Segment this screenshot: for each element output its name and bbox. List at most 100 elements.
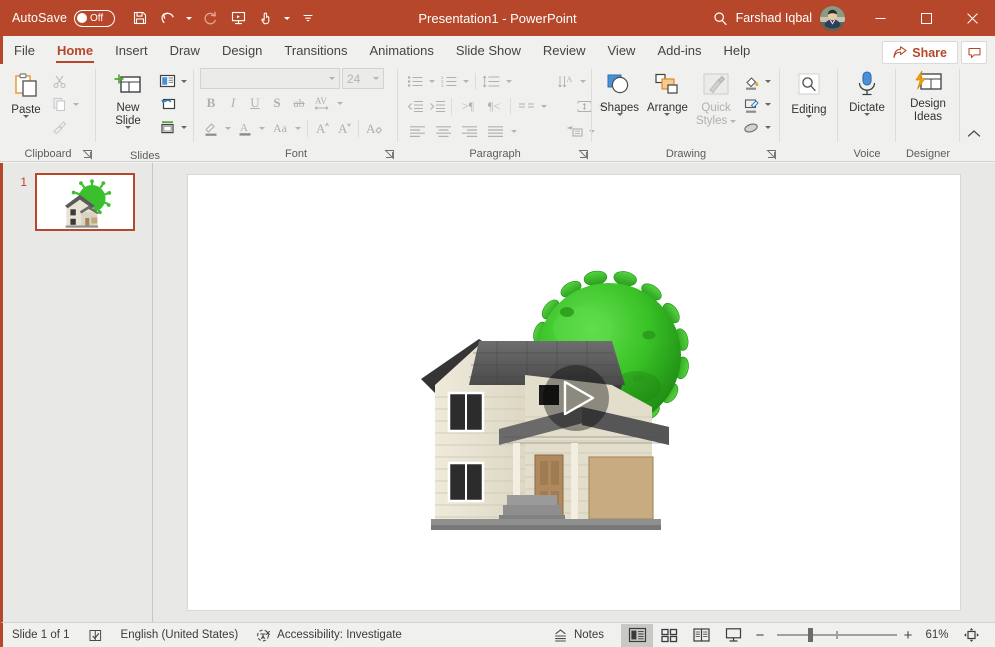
undo-dropdown-icon[interactable] — [183, 5, 195, 31]
cut-button[interactable] — [48, 71, 70, 93]
text-highlight-dropdown-icon[interactable] — [222, 117, 234, 139]
new-slide-button[interactable]: New Slide — [100, 70, 156, 149]
tab-review[interactable]: Review — [532, 38, 597, 64]
avatar[interactable] — [820, 5, 845, 31]
slide-show-view-button[interactable] — [717, 624, 749, 647]
character-spacing-dropdown-icon[interactable] — [334, 92, 346, 114]
shapes-dropdown-icon[interactable] — [616, 113, 623, 134]
line-spacing-button[interactable] — [479, 70, 503, 92]
autosave-toggle[interactable]: Off — [74, 9, 116, 27]
shape-outline-dropdown-icon[interactable] — [762, 94, 774, 116]
center-button[interactable] — [430, 120, 456, 142]
share-button[interactable]: Share — [882, 41, 958, 64]
shape-outline-button[interactable] — [740, 94, 762, 116]
underline-button[interactable]: U — [244, 92, 266, 114]
ltr-text-direction-button[interactable]: >¶ — [455, 95, 481, 117]
bullets-button[interactable] — [404, 70, 426, 92]
justify-button[interactable] — [482, 120, 508, 142]
section-button[interactable] — [156, 117, 178, 139]
numbering-dropdown-icon[interactable] — [460, 70, 472, 92]
copy-dropdown-icon[interactable] — [70, 94, 82, 116]
zoom-slider[interactable] — [777, 628, 897, 643]
strikethrough-button[interactable]: ab — [288, 92, 310, 114]
design-ideas-button[interactable]: Design Ideas — [906, 68, 950, 126]
copy-button[interactable] — [48, 94, 70, 116]
dictate-button[interactable]: Dictate — [845, 68, 889, 136]
font-color-button[interactable]: A — [234, 117, 256, 139]
columns-dropdown-icon[interactable] — [538, 95, 550, 117]
slide-thumbnail-pane[interactable]: 1 — [0, 163, 152, 622]
tab-home[interactable]: Home — [46, 38, 104, 64]
arrange-button[interactable]: Arrange — [643, 70, 692, 136]
tab-help[interactable]: Help — [713, 38, 762, 64]
layout-dropdown-icon[interactable] — [178, 71, 190, 93]
section-dropdown-icon[interactable] — [178, 117, 190, 139]
arrange-dropdown-icon[interactable] — [664, 113, 671, 134]
bullets-dropdown-icon[interactable] — [426, 70, 438, 92]
paste-dropdown-icon[interactable] — [23, 115, 29, 136]
layout-button[interactable] — [156, 71, 178, 93]
tab-view[interactable]: View — [597, 38, 647, 64]
thumbnail-list-item[interactable]: 1 — [3, 163, 152, 231]
zoom-slider-track[interactable] — [777, 628, 897, 643]
font-name-input[interactable] — [200, 68, 340, 89]
save-icon[interactable] — [127, 5, 153, 31]
minimize-icon[interactable] — [857, 0, 903, 36]
zoom-in-button[interactable]: + — [897, 624, 919, 647]
slide-sorter-view-button[interactable] — [653, 624, 685, 647]
align-right-button[interactable] — [456, 120, 482, 142]
text-direction-button[interactable]: A — [553, 70, 577, 92]
change-case-dropdown-icon[interactable] — [292, 117, 304, 139]
format-painter-button[interactable] — [48, 117, 70, 139]
tab-animations[interactable]: Animations — [359, 38, 445, 64]
undo-icon[interactable] — [155, 5, 181, 31]
rtl-text-direction-button[interactable]: ¶< — [481, 95, 507, 117]
tab-draw[interactable]: Draw — [159, 38, 211, 64]
autosave-control[interactable]: AutoSave Off — [12, 9, 116, 27]
clear-formatting-button[interactable]: A — [362, 117, 386, 139]
redo-icon[interactable] — [197, 5, 223, 31]
clipboard-dialog-launcher-icon[interactable] — [82, 149, 93, 160]
tab-transitions[interactable]: Transitions — [273, 38, 358, 64]
user-name[interactable]: Farshad Iqbal — [736, 11, 812, 25]
columns-button[interactable] — [514, 95, 538, 117]
tab-slide-show[interactable]: Slide Show — [445, 38, 532, 64]
slide-count[interactable]: Slide 1 of 1 — [3, 623, 79, 647]
justify-dropdown-icon[interactable] — [508, 120, 520, 142]
reading-view-button[interactable] — [685, 624, 717, 647]
font-dialog-launcher-icon[interactable] — [384, 149, 395, 160]
shape-effects-button[interactable] — [740, 117, 762, 139]
spelling-icon[interactable] — [79, 623, 112, 647]
touch-mode-dropdown-icon[interactable] — [281, 5, 293, 31]
chevron-up-icon[interactable] — [963, 123, 985, 145]
fit-to-window-icon[interactable] — [955, 624, 987, 647]
slide-editing-surface[interactable] — [187, 174, 961, 611]
convert-to-smartart-button[interactable] — [562, 120, 586, 142]
tab-file[interactable]: File — [3, 38, 46, 64]
zoom-slider-handle[interactable] — [808, 628, 813, 643]
increase-indent-button[interactable] — [426, 95, 448, 117]
decrease-font-size-button[interactable]: A — [333, 117, 355, 139]
change-case-button[interactable]: Aa — [268, 117, 292, 139]
font-color-dropdown-icon[interactable] — [256, 117, 268, 139]
tab-add-ins[interactable]: Add-ins — [646, 38, 712, 64]
editing-button[interactable]: Editing — [787, 70, 831, 138]
accessibility-status[interactable]: Accessibility: Investigate — [247, 623, 411, 647]
zoom-out-button[interactable]: − — [749, 624, 771, 647]
house-virus-video[interactable] — [407, 267, 737, 537]
text-shadow-button[interactable]: S — [266, 92, 288, 114]
notes-button[interactable]: Notes — [544, 623, 613, 647]
text-highlight-color-button[interactable] — [200, 117, 222, 139]
shape-fill-dropdown-icon[interactable] — [762, 71, 774, 93]
comment-icon[interactable] — [961, 41, 987, 64]
decrease-indent-button[interactable] — [404, 95, 426, 117]
tab-insert[interactable]: Insert — [104, 38, 159, 64]
reset-button[interactable] — [156, 94, 178, 116]
new-slide-dropdown-icon[interactable] — [125, 126, 131, 147]
text-direction-dropdown-icon[interactable] — [577, 70, 589, 92]
italic-button[interactable]: I — [222, 92, 244, 114]
line-spacing-dropdown-icon[interactable] — [503, 70, 515, 92]
align-left-button[interactable] — [404, 120, 430, 142]
search-icon[interactable] — [706, 0, 736, 36]
restore-icon[interactable] — [903, 0, 949, 36]
